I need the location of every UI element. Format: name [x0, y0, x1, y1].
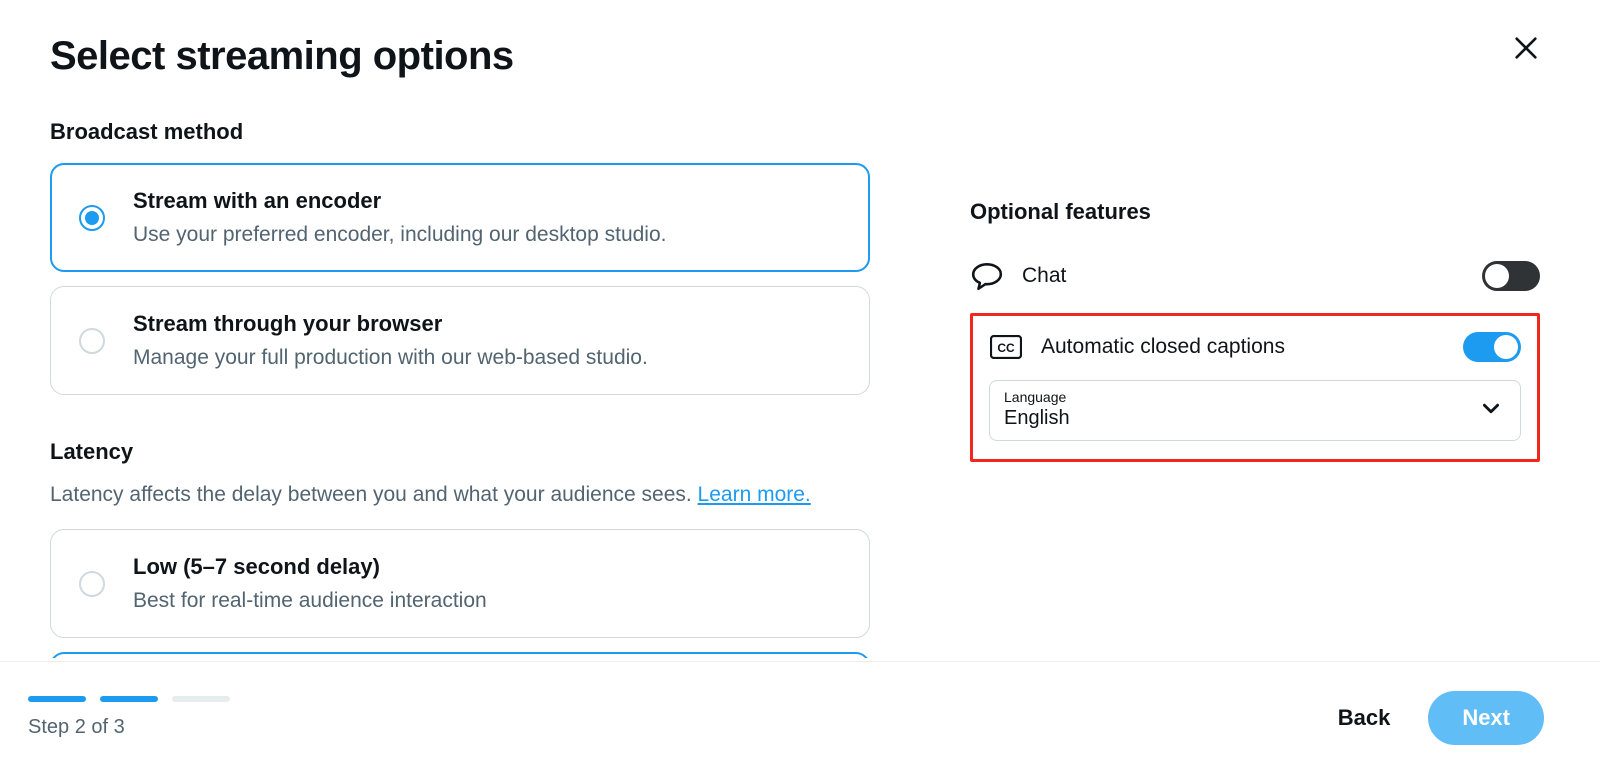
latency-option-next-partial: [50, 652, 870, 658]
chat-toggle[interactable]: [1482, 261, 1540, 291]
language-value: English: [1004, 407, 1506, 430]
chat-icon: [970, 259, 1004, 293]
latency-section: Latency Latency affects the delay betwee…: [50, 439, 870, 658]
back-button[interactable]: Back: [1338, 705, 1391, 731]
option-desc: Use your preferred encoder, including ou…: [133, 220, 666, 249]
chat-row: Chat: [970, 259, 1540, 293]
optional-heading: Optional features: [970, 199, 1540, 225]
latency-option-texts: Low (5–7 second delay) Best for real-tim…: [133, 552, 487, 615]
footer-buttons: Back Next: [1338, 691, 1544, 745]
right-column: Optional features Chat CC: [970, 119, 1540, 658]
option-desc: Manage your full production with our web…: [133, 343, 648, 372]
broadcast-option-browser[interactable]: Stream through your browser Manage your …: [50, 286, 870, 395]
svg-text:CC: CC: [997, 341, 1015, 355]
captions-label: Automatic closed captions: [1041, 335, 1285, 359]
chat-label: Chat: [1022, 264, 1066, 288]
language-select[interactable]: Language English: [989, 380, 1521, 441]
radio-icon: [79, 328, 105, 354]
streaming-options-modal: Select streaming options Broadcast metho…: [0, 0, 1600, 773]
broadcast-option-texts: Stream through your browser Manage your …: [133, 309, 648, 372]
step-segment-3: [172, 696, 230, 702]
option-desc: Best for real-time audience interaction: [133, 586, 487, 615]
captions-highlight-box: CC Automatic closed captions Language En…: [970, 313, 1540, 462]
left-column: Broadcast method Stream with an encoder …: [50, 119, 870, 658]
option-title: Stream through your browser: [133, 309, 648, 339]
chevron-down-icon: [1480, 397, 1502, 424]
captions-toggle[interactable]: [1463, 332, 1521, 362]
footer: Step 2 of 3 Back Next: [0, 661, 1600, 773]
broadcast-option-texts: Stream with an encoder Use your preferre…: [133, 186, 666, 249]
radio-icon: [79, 571, 105, 597]
next-button[interactable]: Next: [1428, 691, 1544, 745]
progress-indicator: Step 2 of 3: [28, 696, 230, 739]
steps-bar: [28, 696, 230, 702]
latency-intro-text: Latency affects the delay between you an…: [50, 483, 698, 506]
captions-row: CC Automatic closed captions: [989, 330, 1521, 364]
option-title: Low (5–7 second delay): [133, 552, 487, 582]
latency-option-low[interactable]: Low (5–7 second delay) Best for real-tim…: [50, 529, 870, 638]
main-content: Select streaming options Broadcast metho…: [50, 34, 1550, 658]
language-field-label: Language: [1004, 389, 1506, 405]
broadcast-heading: Broadcast method: [50, 119, 870, 145]
latency-heading: Latency: [50, 439, 870, 465]
cc-icon: CC: [989, 330, 1023, 364]
learn-more-link[interactable]: Learn more.: [698, 483, 811, 506]
step-text: Step 2 of 3: [28, 716, 230, 739]
latency-intro: Latency affects the delay between you an…: [50, 483, 870, 507]
option-title: Stream with an encoder: [133, 186, 666, 216]
radio-icon: [79, 205, 105, 231]
page-title: Select streaming options: [50, 34, 1550, 79]
broadcast-option-encoder[interactable]: Stream with an encoder Use your preferre…: [50, 163, 870, 272]
step-segment-1: [28, 696, 86, 702]
step-segment-2: [100, 696, 158, 702]
